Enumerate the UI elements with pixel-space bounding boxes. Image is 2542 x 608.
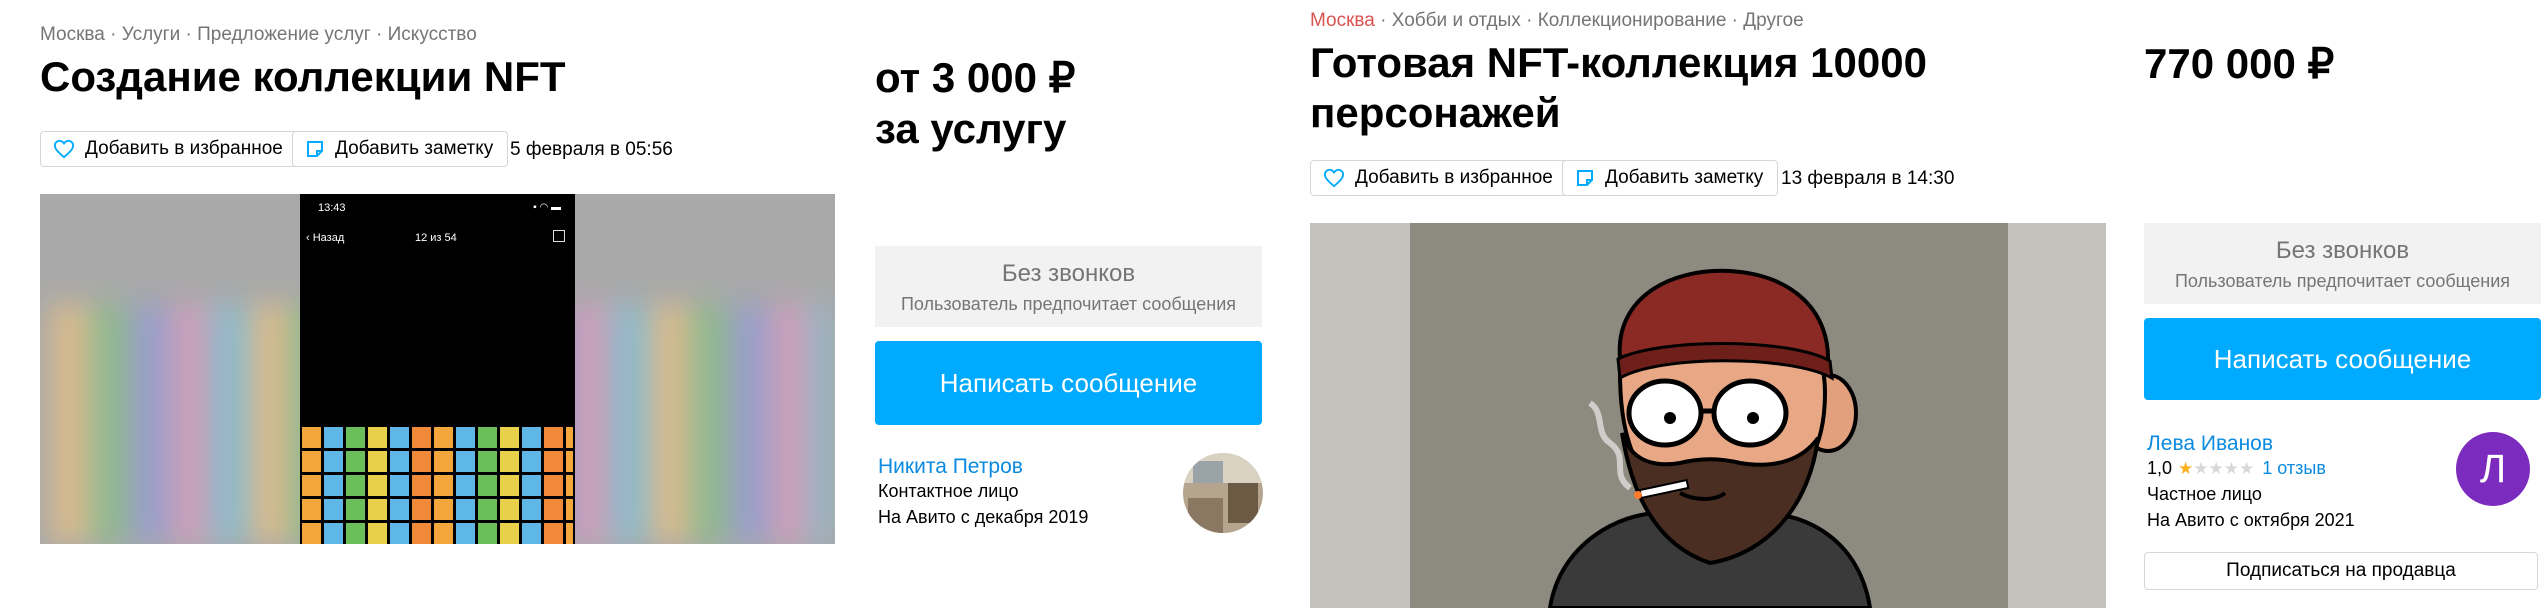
phone-counter: 12 из 54 (415, 232, 457, 244)
reviews-link[interactable]: 1 отзыв (2262, 458, 2326, 479)
star-empty-icon: ★ (2208, 459, 2224, 478)
listing-title: Создание коллекции NFT (40, 53, 566, 100)
breadcrumb-item[interactable]: Предложение услуг (197, 24, 371, 45)
write-message-button[interactable]: Написать сообщение (875, 341, 1262, 425)
add-favorite-label: Добавить в избранное (1355, 167, 1553, 188)
avatar-photo-icon (1183, 453, 1263, 533)
breadcrumb-item[interactable]: Москва (40, 24, 105, 45)
no-calls-title: Без звонков (2275, 237, 2410, 264)
seller-role: Частное лицо (2147, 484, 2262, 504)
star-empty-icon: ★ (2193, 459, 2209, 478)
nft-grid-preview (302, 426, 573, 544)
heart-icon (53, 139, 75, 159)
add-note-button[interactable]: Добавить заметку (292, 131, 509, 167)
seller-name[interactable]: Никита Петров (878, 455, 1023, 479)
seller-since: На Авито с октября 2021 (2147, 510, 2355, 530)
no-calls-notice: Без звонков Пользователь предпочитает со… (875, 246, 1262, 327)
phone-status-icons: ▪ ◠ ▬ (533, 202, 561, 213)
breadcrumb-item[interactable]: Другое (1743, 10, 1803, 31)
seller-avatar[interactable] (1183, 453, 1263, 533)
add-favorite-label: Добавить в избранное (85, 138, 283, 159)
note-icon (1577, 170, 1593, 186)
breadcrumb-item[interactable]: Искусство (388, 24, 477, 45)
seller-rating: 1,0 ★★★★★ 1 отзыв (2147, 458, 2326, 479)
breadcrumb-item[interactable]: Услуги (122, 24, 180, 45)
price-unit: за услугу (875, 105, 1067, 152)
breadcrumb-item[interactable]: Коллекционирование (1538, 10, 1727, 31)
seller-avatar[interactable]: Л (2456, 432, 2530, 506)
phone-time: 13:43 (318, 202, 346, 214)
rating-value: 1,0 (2147, 458, 2173, 478)
listing-title-line: персонажей (1310, 89, 1561, 136)
phone-back-button: ‹ Назад (306, 232, 345, 244)
note-icon (307, 141, 323, 157)
write-message-button[interactable]: Написать сообщение (2144, 318, 2541, 400)
seller-name[interactable]: Лева Иванов (2147, 432, 2273, 456)
add-note-label: Добавить заметку (335, 138, 494, 159)
bearded-character-illustration (1547, 268, 1873, 608)
listing-title-line: Готовая NFT-коллекция 10000 (1310, 39, 1927, 86)
add-favorite-button[interactable]: Добавить в избранное (40, 131, 298, 167)
add-favorite-button[interactable]: Добавить в избранное (1310, 160, 1568, 196)
listing-title: Готовая NFT-коллекция 10000 персонажей (1310, 38, 1927, 138)
seller-since: На Авито с декабря 2019 (878, 507, 1089, 527)
no-calls-title: Без звонков (1001, 260, 1136, 287)
price-amount: от 3 000 ₽ (875, 54, 1076, 101)
no-calls-subtitle: Пользователь предпочитает сообщения (900, 294, 1237, 314)
heart-icon (1323, 168, 1345, 188)
breadcrumb: Москва · Услуги · Предложение услуг · Ис… (40, 24, 477, 45)
no-calls-subtitle: Пользователь предпочитает сообщения (2174, 271, 2511, 291)
listing-image[interactable]: 13:43 ▪ ◠ ▬ ‹ Назад 12 из 54 (40, 194, 835, 544)
subscribe-seller-button[interactable]: Подписаться на продавца (2144, 552, 2538, 590)
no-calls-notice: Без звонков Пользователь предпочитает со… (2144, 223, 2541, 304)
breadcrumb-item[interactable]: Москва (1310, 10, 1375, 31)
publish-date: 5 февраля в 05:56 (510, 139, 673, 160)
phone-scan-icon (553, 230, 565, 242)
rating-stars: ★★★★★ (2178, 458, 2254, 479)
breadcrumb-item[interactable]: Хобби и отдых (1392, 10, 1521, 31)
add-note-label: Добавить заметку (1605, 167, 1764, 188)
price: 770 000 ₽ (2144, 40, 2335, 87)
star-filled-icon: ★ (2178, 459, 2194, 478)
listing-image[interactable] (1310, 223, 2106, 608)
add-note-button[interactable]: Добавить заметку (1562, 160, 1779, 196)
publish-date: 13 февраля в 14:30 (1781, 168, 1955, 189)
star-empty-icon: ★ (2223, 459, 2240, 478)
price: от 3 000 ₽ за услугу (875, 52, 1075, 154)
star-empty-icon: ★ (2239, 459, 2255, 478)
seller-role: Контактное лицо (878, 481, 1019, 501)
phone-screenshot: 13:43 ▪ ◠ ▬ ‹ Назад 12 из 54 (300, 194, 575, 544)
breadcrumb: Москва · Хобби и отдых · Коллекционирова… (1310, 10, 1804, 31)
